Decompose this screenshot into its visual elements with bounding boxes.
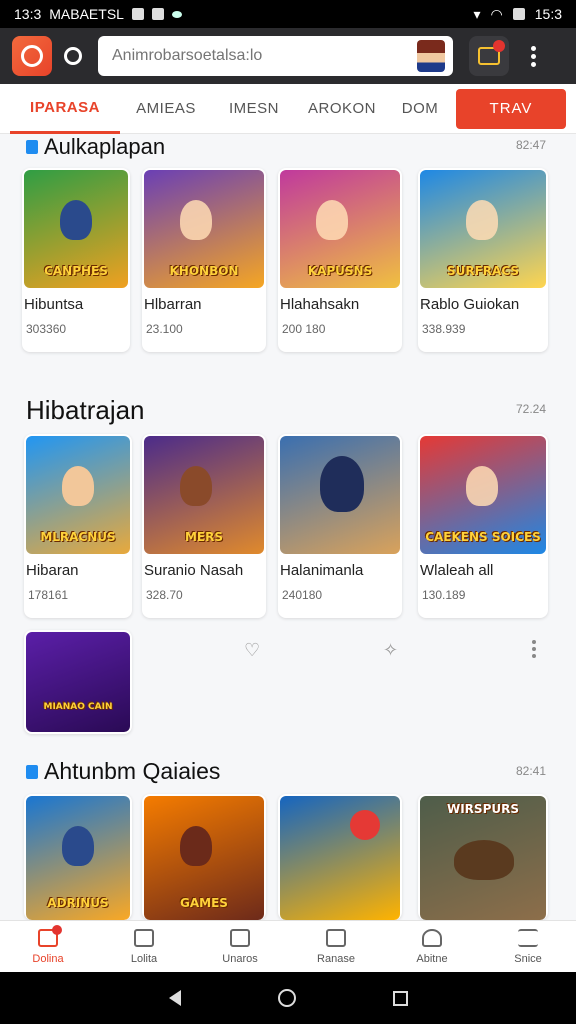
section-marker-icon [26,764,38,779]
home-circle-icon[interactable] [277,989,296,1007]
game-name: Suranio Nasah [144,562,244,579]
card-actions: ♡ ✧ [0,638,576,662]
ring-icon[interactable] [64,47,82,65]
game-count: 240180 [282,588,323,602]
game-thumbnail: CAEKENS SOICES [420,436,546,554]
nav-item-dolina[interactable]: Dolina [0,921,96,972]
search-input[interactable] [112,47,417,65]
nav-item-lolita[interactable]: Lolita [96,921,192,972]
status-time: 13:3 [14,6,42,22]
game-thumbnail: WIRSPURS [420,796,546,920]
status-bar: 13:3 MABAETSL ▾ ◠ 15:3 [0,0,576,28]
game-thumbnail: GAMES [144,796,264,920]
section-meta: 82:47 [515,138,546,152]
game-card[interactable]: GAMES [142,794,266,920]
section-meta: 72.24 [515,402,546,416]
section-title: Aulkaplapan [26,134,165,160]
game-count: 338.939 [422,322,466,336]
wifi-icon: ◠ [490,5,503,22]
section-meta: 82:41 [515,764,546,778]
tab-imesn[interactable]: IMESN [212,84,296,134]
game-name: Hibuntsa [24,296,84,313]
menu-icon [518,928,538,947]
game-thumbnail [280,436,400,554]
app-bar [0,28,576,84]
section-title: Ahtunbm Qaiaies [26,758,220,785]
game-card[interactable]: KAPUSNS Hlahahsakn 200 180 [278,168,402,352]
game-card[interactable]: WIRSPURS [418,794,548,920]
game-name: Halanimanla [280,562,364,579]
section-title: Hibatrajan [26,395,145,425]
game-card[interactable]: Halanimanla 240180 [278,434,402,618]
game-count: 178161 [28,588,69,602]
game-count: 303360 [26,322,67,336]
signal-icon: ▾ [473,5,481,22]
game-name: Hlahahsakn [280,296,360,313]
puzzle-icon[interactable]: ✧ [383,640,403,660]
game-card[interactable] [278,794,402,920]
game-name: Hibaran [26,562,79,579]
status-clock: 15:3 [534,6,562,22]
notification-icon [131,8,144,20]
recents-icon[interactable] [392,990,408,1006]
section-marker-icon [26,140,38,154]
game-name: Hlbarran [144,296,202,313]
box-icon [326,928,346,947]
game-thumbnail: MERS [144,436,264,554]
game-name: Wlaleah all [420,562,494,579]
gallery-icon [151,8,164,20]
nav-item-unaros[interactable]: Unaros [192,921,288,972]
app-logo[interactable] [12,36,52,76]
category-tabs: IPARASA AMIEAS IMESN AROKON DOM TRAV [0,84,576,134]
heart-icon[interactable]: ♡ [244,640,264,660]
trav-button[interactable]: TRAV [456,88,566,129]
nav-item-snice[interactable]: Snice [480,921,576,972]
game-thumbnail: SURFRACS [420,170,546,288]
user-icon [422,928,442,947]
tab-dom[interactable]: DOM [388,84,452,134]
game-card[interactable]: ADRINUS [24,794,132,920]
avatar[interactable] [417,40,445,72]
inbox-icon [230,928,250,947]
game-thumbnail: CANPHES [24,170,128,288]
library-icon [134,928,154,947]
cloud-icon [171,10,182,18]
nav-item-abitne[interactable]: Abitne [384,921,480,972]
system-nav-bar [0,972,576,1024]
game-card[interactable]: SURFRACS Rablo Guiokan 338.939 [418,168,548,352]
back-icon[interactable] [168,990,181,1006]
status-carrier: MABAETSL [49,6,124,22]
bottom-nav: Dolina Lolita Unaros Ranase Abitne Snice [0,920,576,972]
game-card[interactable]: MLRACNUS Hibaran 178161 [24,434,132,618]
gift-button[interactable] [469,36,509,76]
game-count: 130.189 [422,588,466,602]
game-count: 200 180 [282,322,326,336]
game-card[interactable]: CAEKENS SOICES Wlaleah all 130.189 [418,434,548,618]
game-thumbnail: KAPUSNS [280,170,400,288]
notification-badge [493,40,505,52]
home-icon [38,924,62,947]
tab-iparasa[interactable]: IPARASA [10,84,120,134]
tab-amieas[interactable]: AMIEAS [120,84,212,134]
search-bar[interactable] [98,36,453,76]
game-name: Rablo Guiokan [420,296,520,313]
game-card[interactable]: KHONBON Hlbarran 23.100 [142,168,266,352]
game-thumbnail: MLRACNUS [26,436,130,554]
game-thumbnail [280,796,400,920]
tab-arokon[interactable]: AROKON [296,84,388,134]
nav-item-ranase[interactable]: Ranase [288,921,384,972]
battery-icon [512,8,525,20]
game-card[interactable]: CANPHES Hibuntsa 303360 [22,168,130,352]
more-icon[interactable] [532,640,536,658]
game-thumbnail: ADRINUS [26,796,130,920]
game-count: 23.100 [146,322,183,336]
game-thumbnail: KHONBON [144,170,264,288]
more-options-button[interactable] [531,45,536,67]
game-card[interactable]: MERS Suranio Nasah 328.70 [142,434,266,618]
game-count: 328.70 [146,588,183,602]
